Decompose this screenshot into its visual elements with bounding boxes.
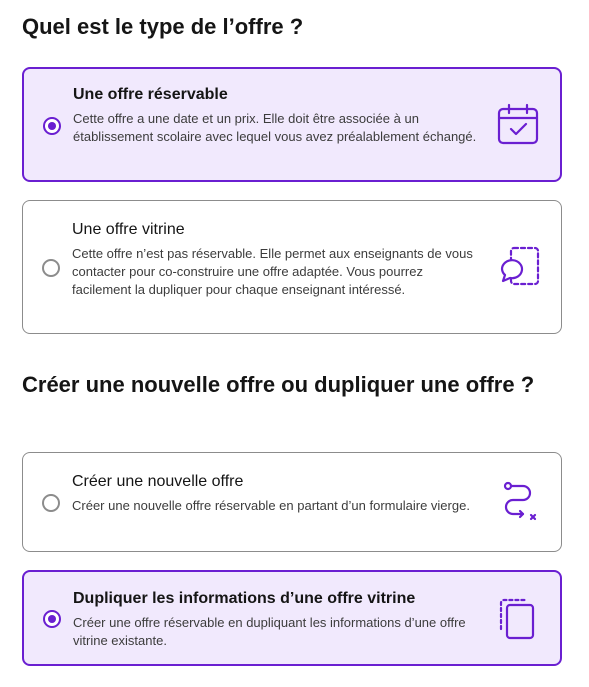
option-nouvelle-offre[interactable]: Créer une nouvelle offre Créer une nouve… bbox=[22, 452, 562, 552]
offer-type-heading: Quel est le type de l’offre ? bbox=[22, 14, 304, 39]
chat-bubble-dashed-icon bbox=[497, 246, 541, 290]
option-description: Cette offre n’est pas réservable. Elle p… bbox=[72, 246, 473, 297]
option-description: Cette offre a une date et un prix. Elle … bbox=[73, 111, 477, 144]
duplicate-icon bbox=[496, 596, 540, 640]
option-description: Créer une offre réservable en dupliquant… bbox=[73, 615, 466, 648]
option-dupliquer-offre-vitrine[interactable]: Dupliquer les informations d’une offre v… bbox=[22, 570, 562, 666]
radio-button[interactable] bbox=[42, 259, 60, 277]
radio-button[interactable] bbox=[42, 494, 60, 512]
radio-selected-dot bbox=[48, 615, 56, 623]
option-title: Une offre vitrine bbox=[72, 221, 185, 238]
radio-button-selected[interactable] bbox=[43, 117, 61, 135]
option-title: Une offre réservable bbox=[73, 86, 228, 103]
option-title: Dupliquer les informations d’une offre v… bbox=[73, 590, 416, 607]
radio-button-selected[interactable] bbox=[43, 610, 61, 628]
radio-selected-dot bbox=[48, 122, 56, 130]
option-title: Créer une nouvelle offre bbox=[72, 473, 244, 490]
option-offre-vitrine[interactable]: Une offre vitrine Cette offre n’est pas … bbox=[22, 200, 562, 334]
option-description: Créer une nouvelle offre réservable en p… bbox=[72, 498, 470, 513]
route-path-icon bbox=[497, 480, 541, 524]
calendar-check-icon bbox=[496, 102, 540, 146]
option-offre-reservable[interactable]: Une offre réservable Cette offre a une d… bbox=[22, 67, 562, 182]
creation-mode-heading: Créer une nouvelle offre ou dupliquer un… bbox=[22, 372, 535, 397]
